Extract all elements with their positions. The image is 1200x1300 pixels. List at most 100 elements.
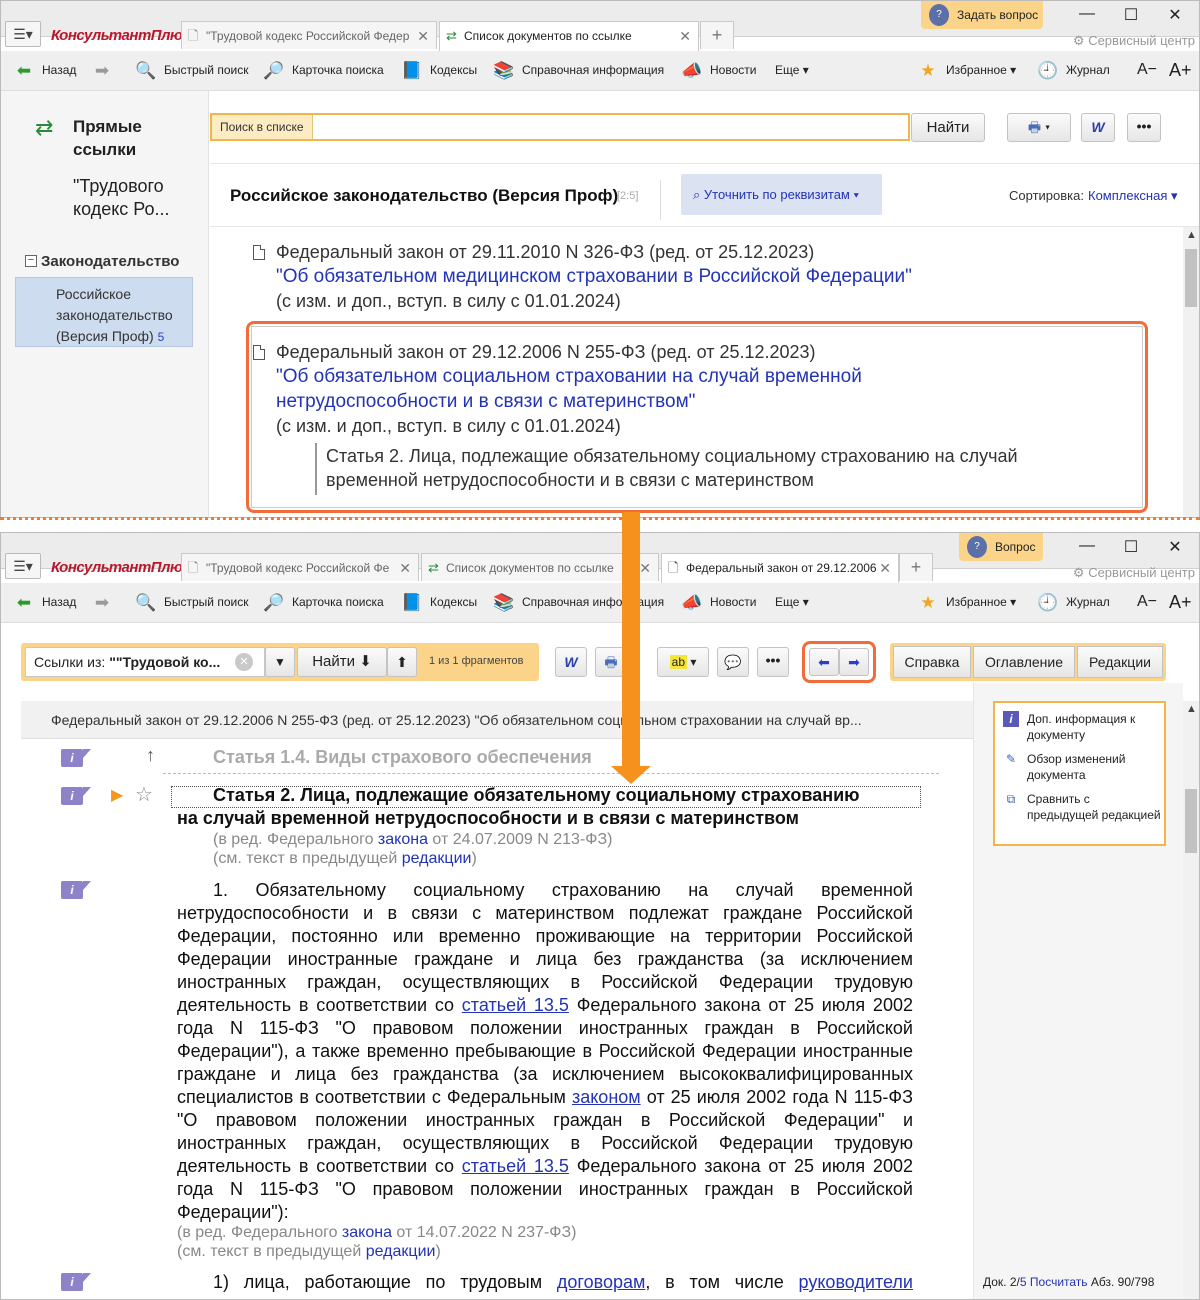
document-scrollbar[interactable]: ▲	[1183, 701, 1199, 1299]
previous-article-heading[interactable]: Статья 1.4. Виды страхового обеспечения	[213, 747, 592, 768]
fragment-text-cont[interactable]: временной нетрудоспособности и в связи с…	[326, 470, 814, 491]
minimize-button[interactable]: —	[1077, 5, 1097, 23]
forward-button[interactable]: ➡	[91, 591, 120, 614]
tab-revisions[interactable]: Редакции	[1077, 646, 1163, 678]
revision-link[interactable]: редакции	[366, 1243, 436, 1260]
find-button[interactable]: Найти	[911, 113, 985, 142]
collapse-icon[interactable]: −	[25, 255, 37, 267]
back-button[interactable]: ⬅ Назад	[13, 591, 77, 614]
close-icon[interactable]: ✕	[679, 22, 691, 50]
font-increase-button[interactable]: A+	[1169, 591, 1192, 613]
find-previous-button[interactable]: ⬆	[387, 647, 417, 677]
refine-by-requisites-button[interactable]: ⌕ Уточнить по реквизитам ▾	[681, 174, 882, 215]
print-button[interactable]: 🖶 ▾	[1007, 113, 1071, 142]
law-link[interactable]: законом	[572, 1087, 641, 1107]
news-button[interactable]: 📣 Новости	[681, 591, 756, 614]
tab-labor-code[interactable]: 🗋 "Трудовой кодекс Российской Федер ✕	[181, 21, 437, 49]
close-icon[interactable]: ✕	[417, 22, 429, 49]
law-link[interactable]: закона	[342, 1224, 392, 1241]
more-menu[interactable]: Еще ▾	[775, 59, 809, 81]
codes-button[interactable]: 📘 Кодексы	[401, 591, 477, 614]
revision-link[interactable]: редакции	[402, 850, 472, 867]
doc-total-link[interactable]: 5	[1020, 1275, 1027, 1289]
article-link[interactable]: статьей 13.5	[462, 995, 569, 1015]
word-export-button[interactable]: W	[1081, 113, 1115, 142]
compare-revision-link[interactable]: ⧉ Сравнить с предыдущей редакцией	[1003, 791, 1163, 823]
scroll-thumb[interactable]	[1185, 249, 1197, 307]
news-button[interactable]: 📣 Новости	[681, 59, 756, 82]
changes-review-link[interactable]: ✎ Обзор изменений документа	[1003, 751, 1163, 783]
extra-info-link[interactable]: i Доп. информация к документу	[1003, 711, 1163, 743]
prev-fragment-button[interactable]: ⬅	[809, 648, 839, 676]
fragment-text[interactable]: Статья 2. Лица, подлежащие обязательному…	[326, 446, 1018, 467]
info-icon[interactable]: i	[61, 749, 91, 767]
font-increase-button[interactable]: A+	[1169, 59, 1192, 81]
ask-question-button[interactable]: ? Задать вопрос	[921, 1, 1043, 29]
journal-button[interactable]: 🕘 Журнал	[1037, 59, 1109, 82]
article-link[interactable]: статьей 13.5	[462, 1156, 569, 1176]
clear-icon[interactable]: ✕	[235, 653, 253, 671]
tab-federal-law[interactable]: 🗋 Федеральный закон от 29.12.2006 ✕	[661, 553, 899, 583]
info-icon[interactable]: i	[61, 881, 91, 899]
minimize-button[interactable]: —	[1077, 537, 1097, 555]
new-tab-button[interactable]: +	[899, 553, 933, 581]
sidebar-item-russian-legislation[interactable]: Российское законодательство (Версия Проф…	[15, 277, 193, 347]
maximize-button[interactable]: ☐	[1121, 537, 1141, 557]
reference-button[interactable]: 📚 Справочная информация	[493, 59, 664, 82]
tab-labor-code[interactable]: 🗋 "Трудовой кодекс Российской Фе ✕	[181, 553, 419, 581]
item-title-link-cont[interactable]: нетрудоспособности и в связи с материнст…	[276, 391, 695, 413]
quick-search-button[interactable]: 🔍 Быстрый поиск	[135, 591, 248, 614]
links-from-combo[interactable]: Ссылки из: ""Трудовой ко...	[25, 647, 265, 677]
back-button[interactable]: ⬅ Назад	[13, 59, 77, 82]
more-actions-button[interactable]: •••	[1127, 113, 1161, 142]
main-menu-button[interactable]: ☰▾	[5, 21, 41, 47]
managers-link[interactable]: руководители	[799, 1272, 913, 1292]
star-outline-icon[interactable]: ☆	[135, 782, 153, 807]
arrow-up-icon[interactable]: ↑	[146, 745, 155, 766]
close-icon[interactable]: ✕	[879, 554, 891, 582]
tab-reference[interactable]: Справка	[893, 646, 971, 678]
ask-question-button[interactable]: ? Вопрос	[959, 533, 1043, 561]
service-center-link[interactable]: ⚙ Сервисный центр	[1073, 33, 1195, 49]
favorites-menu[interactable]: ★ Избранное ▾	[917, 591, 1016, 614]
item-title-link[interactable]: "Об обязательном социальном страховании …	[276, 366, 862, 388]
info-icon[interactable]: i	[61, 1273, 91, 1291]
tab-document-list[interactable]: ⇄ Список документов по ссылке ✕	[439, 21, 699, 51]
scroll-thumb[interactable]	[1185, 789, 1197, 853]
service-center-link[interactable]: ⚙ Сервисный центр	[1073, 565, 1195, 581]
search-card-button[interactable]: 🔎 Карточка поиска	[263, 59, 383, 82]
combo-dropdown-button[interactable]: ▼	[265, 647, 295, 677]
font-decrease-button[interactable]: A−	[1137, 591, 1157, 613]
item-title-link[interactable]: "Об обязательном медицинском страховании…	[276, 266, 912, 288]
search-in-list-field[interactable]: Поиск в списке	[210, 113, 910, 141]
close-icon[interactable]: ✕	[639, 554, 651, 581]
maximize-button[interactable]: ☐	[1121, 5, 1141, 25]
main-menu-button[interactable]: ☰▾	[5, 553, 41, 579]
close-window-button[interactable]: ✕	[1165, 537, 1185, 557]
search-card-button[interactable]: 🔎 Карточка поиска	[263, 591, 383, 614]
codes-button[interactable]: 📘 Кодексы	[401, 59, 477, 82]
close-icon[interactable]: ✕	[399, 554, 411, 581]
comment-button[interactable]: 💬	[717, 647, 749, 677]
sort-dropdown[interactable]: Комплексная ▾	[1088, 188, 1178, 204]
next-fragment-button[interactable]: ➡	[839, 648, 869, 676]
font-decrease-button[interactable]: A−	[1137, 59, 1157, 81]
close-window-button[interactable]: ✕	[1165, 5, 1185, 25]
info-icon[interactable]: i	[61, 787, 91, 805]
favorites-menu[interactable]: ★ Избранное ▾	[917, 59, 1016, 82]
highlight-button[interactable]: ab ▾	[657, 647, 709, 677]
find-next-button[interactable]: Найти ⬇	[297, 647, 387, 677]
quick-search-button[interactable]: 🔍 Быстрый поиск	[135, 59, 248, 82]
journal-button[interactable]: 🕘 Журнал	[1037, 591, 1109, 614]
tab-contents[interactable]: Оглавление	[973, 646, 1075, 678]
more-menu[interactable]: Еще ▾	[775, 591, 809, 613]
contract-link[interactable]: договорам	[557, 1272, 645, 1292]
forward-button[interactable]: ➡	[91, 59, 120, 82]
bookmark-marker-icon[interactable]: ▶	[111, 785, 123, 805]
law-link[interactable]: закона	[378, 831, 428, 848]
count-link[interactable]: Посчитать	[1030, 1275, 1088, 1289]
new-tab-button[interactable]: +	[700, 21, 734, 49]
word-export-button[interactable]: W	[555, 647, 587, 677]
list-scrollbar[interactable]: ▲	[1183, 227, 1199, 517]
more-actions-button[interactable]: •••	[757, 647, 789, 677]
